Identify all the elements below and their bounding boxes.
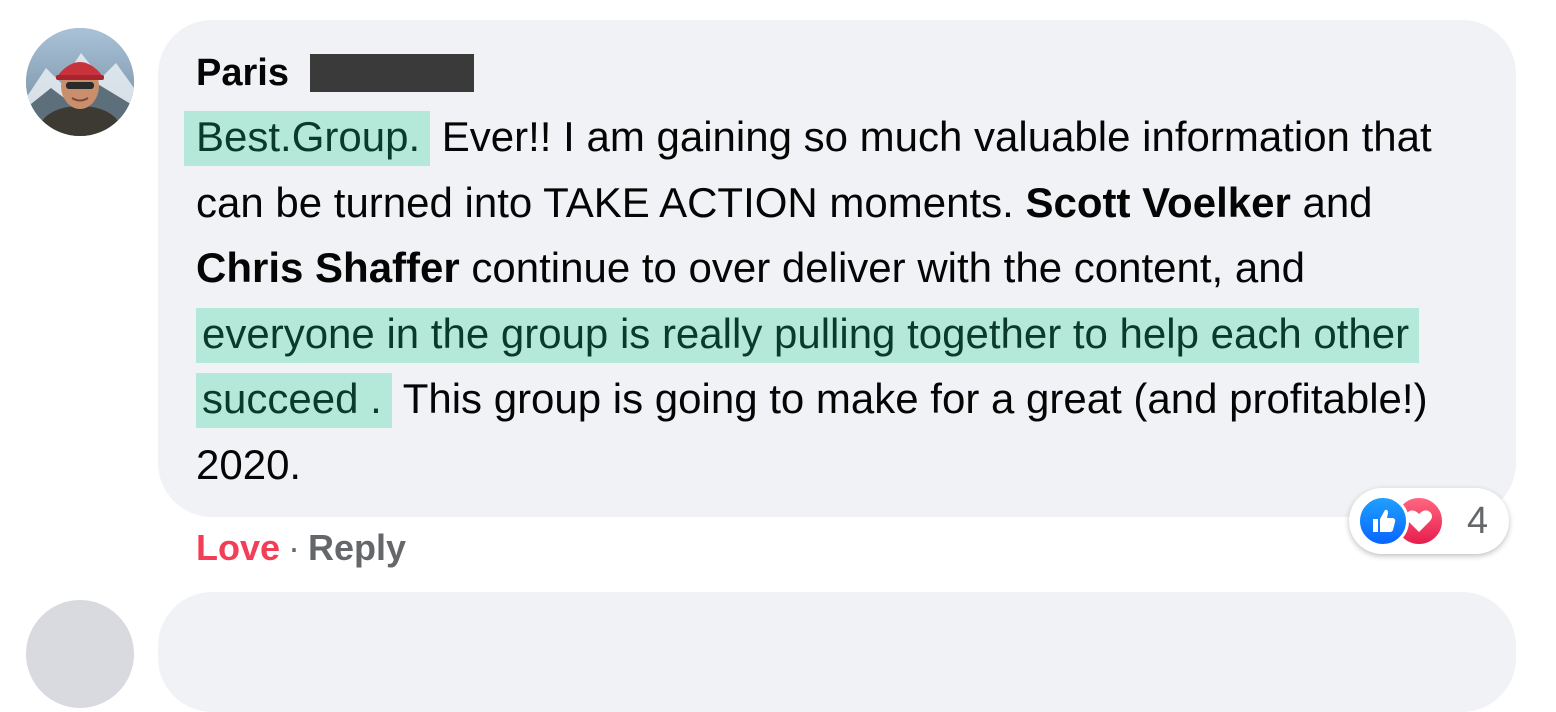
reply-button[interactable]: Reply — [308, 527, 406, 568]
comment-text-part-3: continue to over deliver with the conten… — [459, 244, 1305, 291]
mention-scott-voelker[interactable]: Scott Voelker — [1025, 179, 1290, 226]
comment-author[interactable]: Paris — [196, 50, 289, 96]
love-reaction-button[interactable]: Love — [196, 527, 280, 568]
action-separator: · — [288, 527, 301, 568]
redacted-surname — [310, 54, 474, 92]
commenter-avatar[interactable] — [26, 28, 134, 136]
comment-actions: Love · Reply — [196, 525, 406, 571]
comment-text: Best.Group. Ever!! I am gaining so much … — [184, 104, 1476, 497]
highlight-best-group: Best.Group. — [184, 111, 431, 166]
next-comment-bubble — [158, 592, 1516, 712]
like-icon — [1357, 495, 1409, 547]
avatar-photo — [26, 28, 134, 136]
reactions-summary[interactable]: 4 — [1349, 488, 1509, 554]
next-comment-avatar[interactable] — [26, 600, 134, 708]
reaction-count: 4 — [1467, 500, 1489, 542]
comment-text-part-2: and — [1290, 178, 1373, 226]
mention-chris-shaffer[interactable]: Chris Shaffer — [196, 244, 460, 291]
